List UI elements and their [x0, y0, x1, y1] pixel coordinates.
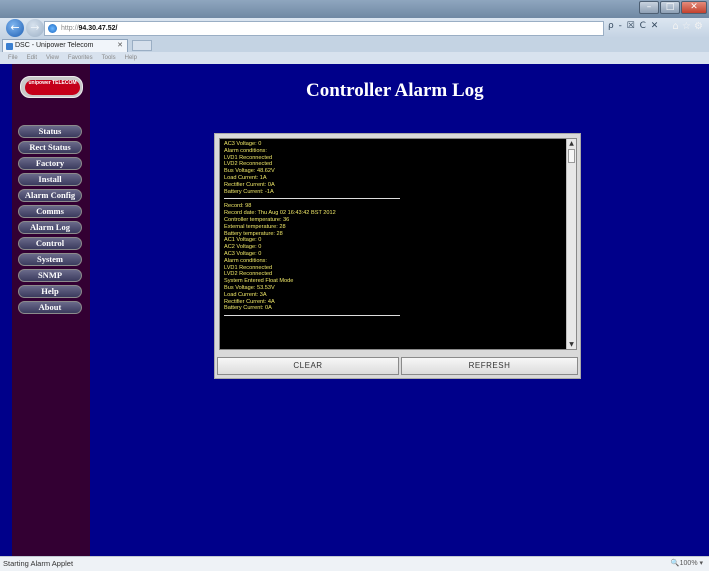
refresh-button[interactable]: REFRESH [401, 357, 578, 375]
sidebar-item-control[interactable]: Control [18, 237, 82, 250]
log-line: Bus Voltage: 48.62V [224, 168, 275, 175]
menu-file[interactable]: File [8, 52, 18, 64]
log-line: Controller temperature: 36 [224, 216, 290, 223]
log-line: AC3 Voltage: 0 [224, 250, 262, 257]
sidebar-item-about[interactable]: About [18, 301, 82, 314]
minimize-button[interactable]: – [639, 1, 659, 14]
alarm-log-text: AC3 Voltage: 0 Alarm conditions: LVD1 Re… [224, 141, 560, 320]
sidebar-item-system[interactable]: System [18, 253, 82, 266]
log-line: AC1 Voltage: 0 [224, 237, 262, 244]
sidebar-item-status[interactable]: Status [18, 125, 82, 138]
log-line: Record: 98 [224, 203, 252, 210]
page-favicon-icon [6, 43, 13, 50]
ie-icon [48, 24, 57, 33]
menu-tools[interactable]: Tools [102, 52, 116, 64]
tab-dsc-unipower[interactable]: DSC - Unipower Telecom ✕ [2, 39, 128, 52]
log-line: Bus Voltage: 53.53V [224, 284, 275, 291]
tab-row: DSC - Unipower Telecom ✕ [0, 38, 709, 52]
log-line: LVD2 Reconnected [224, 271, 273, 278]
menu-view[interactable]: View [46, 52, 59, 64]
clear-button[interactable]: CLEAR [217, 357, 399, 375]
log-line: LVD2 Reconnected [224, 161, 273, 168]
new-tab-button[interactable] [132, 40, 152, 51]
log-line: AC3 Voltage: 0 [224, 141, 262, 147]
sidebar-item-snmp[interactable]: SNMP [18, 269, 82, 282]
log-line: Record date: Thu Aug 02 16:43:42 BST 201… [224, 210, 336, 217]
menu-bar: File Edit View Favorites Tools Help [0, 52, 709, 64]
window-controls: – □ ✕ [639, 1, 707, 14]
menu-favorites[interactable]: Favorites [68, 52, 93, 64]
log-line: Rectifier Current: 0A [224, 181, 275, 188]
log-line: Load Current: 3A [224, 291, 267, 298]
log-line: LVD1 Reconnected [224, 264, 273, 271]
url-host: 94.30.47.52/ [78, 25, 118, 32]
log-line: System Entered Float Mode [224, 278, 294, 285]
record-separator [224, 315, 400, 317]
alarm-log-textarea[interactable]: AC3 Voltage: 0 Alarm conditions: LVD1 Re… [219, 138, 577, 350]
unipower-logo: unipower TELECOM [20, 76, 83, 98]
page-title: Controller Alarm Log [306, 80, 484, 101]
sidebar-nav: Status Rect Status Factory Install Alarm… [18, 125, 84, 317]
log-line: Load Current: 1A [224, 174, 267, 181]
log-line: Alarm conditions: [224, 257, 267, 264]
sidebar-item-help[interactable]: Help [18, 285, 82, 298]
menu-edit[interactable]: Edit [27, 52, 37, 64]
status-text: Starting Alarm Applet [3, 559, 74, 568]
close-window-button[interactable]: ✕ [681, 1, 707, 14]
sidebar: unipower TELECOM Status Rect Status Fact… [12, 64, 90, 556]
zoom-level[interactable]: 🔍100% ▾ [671, 559, 703, 567]
address-row: ← → http://94.30.47.52/ ρ - ☒ C ✕ ⌂ ☆ ⚙ [0, 18, 709, 38]
sidebar-item-factory[interactable]: Factory [18, 157, 82, 170]
log-line: Alarm conditions: [224, 147, 267, 154]
back-button[interactable]: ← [6, 19, 24, 37]
window-titlebar: – □ ✕ [0, 0, 709, 18]
sidebar-item-alarm-config[interactable]: Alarm Config [18, 189, 82, 202]
log-line: AC2 Voltage: 0 [224, 244, 262, 251]
logo-mark: unipower TELECOM [25, 80, 80, 95]
log-line: Battery Current: 0A [224, 305, 272, 312]
sidebar-item-install[interactable]: Install [18, 173, 82, 186]
log-line: Battery Current: -1A [224, 188, 274, 195]
alarm-log-applet: AC3 Voltage: 0 Alarm conditions: LVD1 Re… [214, 133, 581, 379]
scroll-thumb[interactable] [568, 149, 575, 163]
status-bar: Starting Alarm Applet 🔍100% ▾ [0, 556, 709, 571]
scroll-down-icon[interactable]: ▼ [567, 340, 576, 349]
address-bar-tools[interactable]: ρ - ☒ C ✕ [608, 21, 659, 31]
record-separator [224, 198, 400, 200]
scroll-up-icon[interactable]: ▲ [567, 139, 576, 148]
forward-button[interactable]: → [26, 19, 44, 37]
home-favorites-tools-icons[interactable]: ⌂ ☆ ⚙ [672, 21, 703, 32]
tab-close-icon[interactable]: ✕ [117, 40, 123, 52]
sidebar-item-alarm-log[interactable]: Alarm Log [18, 221, 82, 234]
sidebar-item-rect-status[interactable]: Rect Status [18, 141, 82, 154]
log-line: External temperature: 28 [224, 223, 286, 230]
log-scrollbar[interactable]: ▲ ▼ [566, 139, 576, 349]
log-line: Rectifier Current: 4A [224, 298, 275, 305]
log-line: LVD1 Reconnected [224, 154, 273, 161]
address-bar[interactable]: http://94.30.47.52/ [44, 21, 604, 36]
menu-help[interactable]: Help [125, 52, 137, 64]
page-content: unipower TELECOM Status Rect Status Fact… [0, 64, 709, 556]
maximize-button[interactable]: □ [660, 1, 680, 14]
url-protocol: http:// [61, 25, 79, 32]
log-line: Battery temperature: 28 [224, 230, 283, 237]
tab-title: DSC - Unipower Telecom [15, 42, 94, 49]
sidebar-item-comms[interactable]: Comms [18, 205, 82, 218]
